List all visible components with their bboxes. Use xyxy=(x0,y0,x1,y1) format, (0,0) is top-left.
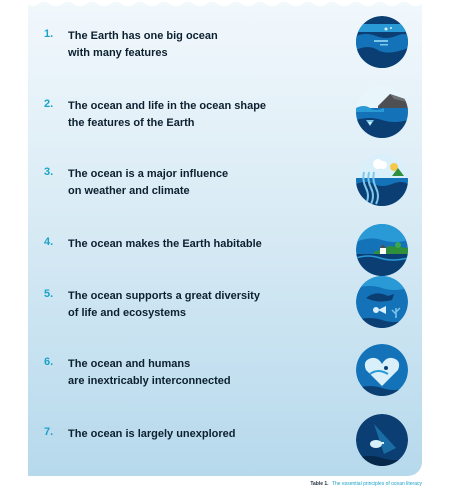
principle-row-6: 6. The ocean and humans are inextricably… xyxy=(28,338,422,396)
principle-number: 4. xyxy=(44,236,54,248)
principle-text-line: are inextricably interconnected xyxy=(68,375,231,387)
principle-number: 3. xyxy=(44,166,54,178)
principle-text-line: The ocean and life in the ocean shape xyxy=(68,100,267,112)
principle-text-line: The ocean makes the Earth habitable xyxy=(68,238,262,250)
principle-text-line: of life and ecosystems xyxy=(68,307,186,319)
caption-label: Table 1. xyxy=(310,481,329,487)
principle-number: 6. xyxy=(44,356,54,368)
principle-text: The ocean and humans are inextricably in… xyxy=(68,356,318,390)
heart-ocean-humans-icon xyxy=(356,344,408,396)
principle-text: The ocean is a major influence on weathe… xyxy=(68,166,318,200)
principle-text-line: The ocean supports a great diversity xyxy=(68,290,260,302)
principle-text-line: The ocean is largely unexplored xyxy=(68,428,236,440)
principle-number: 5. xyxy=(44,288,54,300)
marine-biodiversity-icon xyxy=(356,276,408,328)
wave-edge xyxy=(28,0,422,6)
principle-text: The Earth has one big ocean with many fe… xyxy=(68,28,318,62)
principle-row-7: 7. The ocean is largely unexplored xyxy=(28,408,422,466)
principle-row-4: 4. The ocean makes the Earth habitable xyxy=(28,218,422,276)
principle-number: 7. xyxy=(44,426,54,438)
principle-text-line: the features of the Earth xyxy=(68,117,195,129)
habitable-earth-icon xyxy=(356,224,408,276)
coastline-shaping-icon xyxy=(356,86,408,138)
caption-text: The essential principles of ocean litera… xyxy=(331,481,422,487)
principle-text: The ocean supports a great diversity of … xyxy=(68,288,318,322)
principle-text: The ocean and life in the ocean shape th… xyxy=(68,98,318,132)
principle-text: The ocean makes the Earth habitable xyxy=(68,236,318,253)
principle-row-1: 1. The Earth has one big ocean with many… xyxy=(28,10,422,68)
principles-panel: 1. The Earth has one big ocean with many… xyxy=(28,0,422,476)
principle-text-line: The Earth has one big ocean xyxy=(68,30,218,42)
principle-text-line: The ocean and humans xyxy=(68,358,191,370)
deep-sea-exploration-icon xyxy=(356,414,408,466)
table-caption: Table 1. The essential principles of oce… xyxy=(310,481,422,487)
principle-row-5: 5. The ocean supports a great diversity … xyxy=(28,270,422,328)
weather-climate-icon xyxy=(356,154,408,206)
principle-text: The ocean is largely unexplored xyxy=(68,426,318,443)
globe-ocean-features-icon xyxy=(356,16,408,68)
principle-text-line: with many features xyxy=(68,47,168,59)
principle-number: 1. xyxy=(44,28,54,40)
principle-text-line: The ocean is a major influence xyxy=(68,168,229,180)
principle-row-2: 2. The ocean and life in the ocean shape… xyxy=(28,80,422,138)
principle-row-3: 3. The ocean is a major influence on wea… xyxy=(28,148,422,206)
principle-number: 2. xyxy=(44,98,54,110)
principle-text-line: on weather and climate xyxy=(68,185,190,197)
